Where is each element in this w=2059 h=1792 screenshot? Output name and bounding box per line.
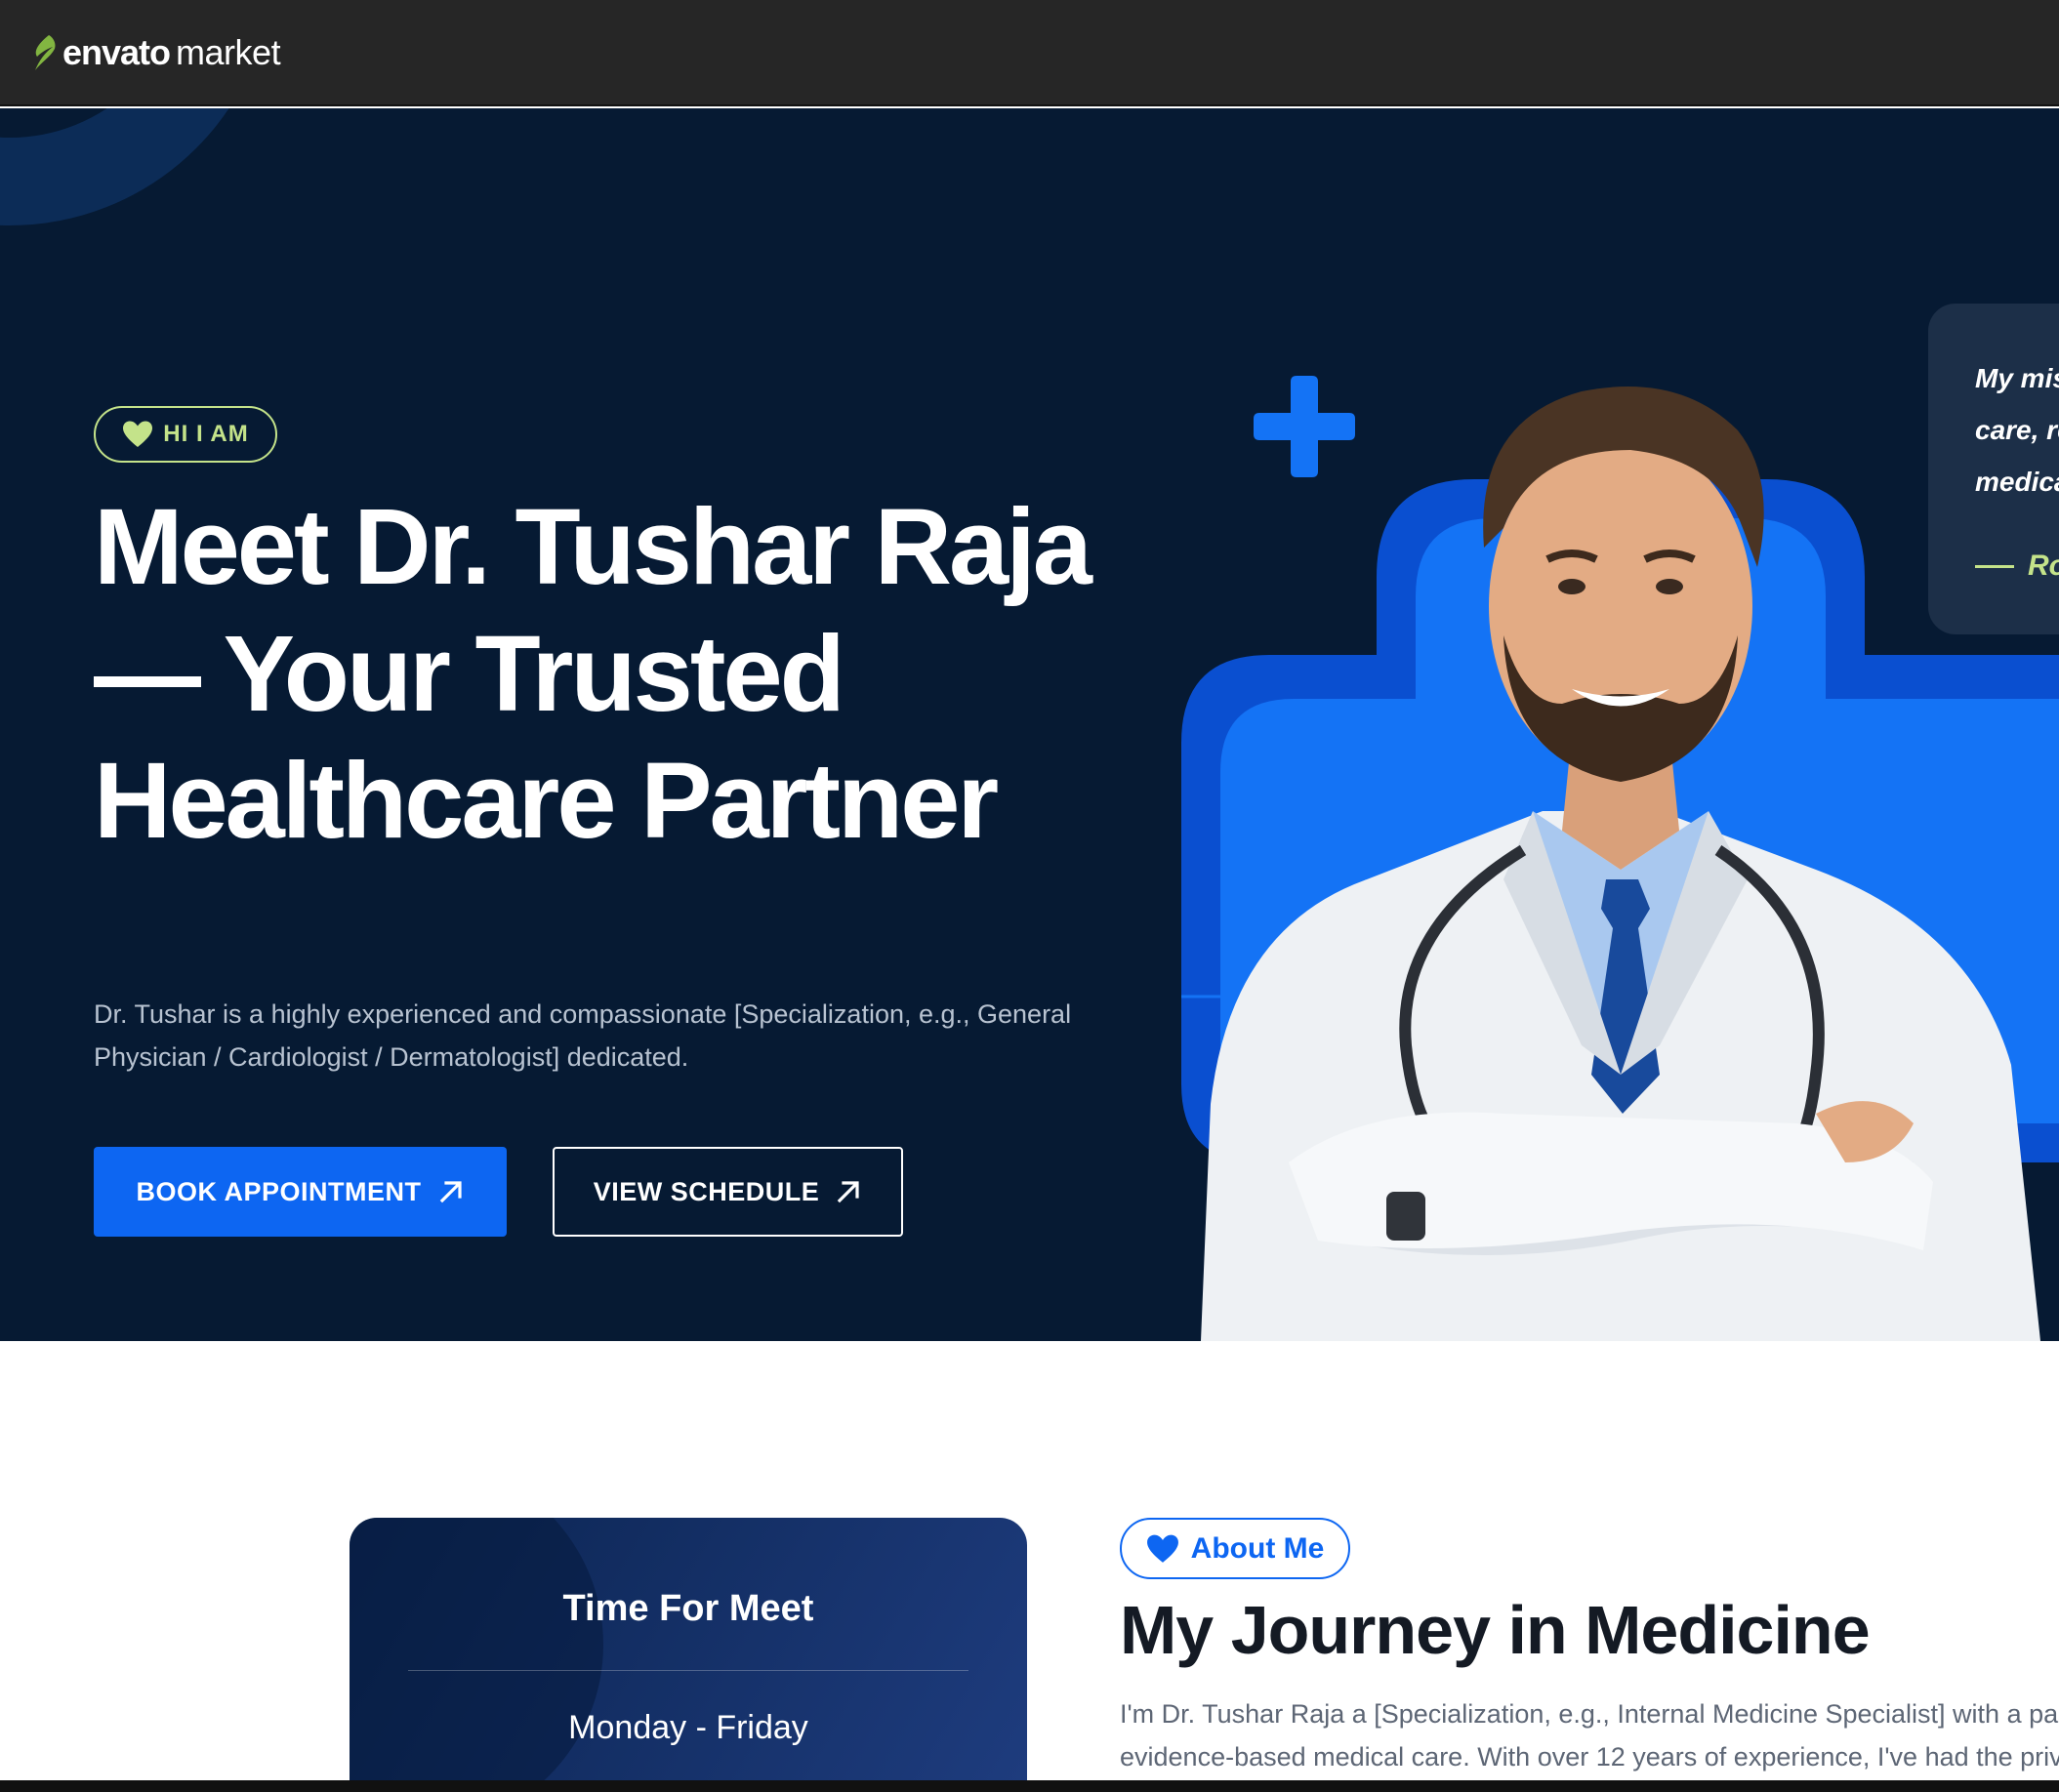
hero-title: Meet Dr. Tushar Raja — Your Trusted Heal… — [94, 484, 1168, 865]
time-card-title: Time For Meet — [562, 1588, 814, 1629]
envato-market-logo[interactable]: envato market — [29, 31, 281, 74]
about-badge-label: About Me — [1190, 1531, 1325, 1565]
hero-title-line-3: Healthcare Partner — [94, 741, 999, 861]
quote-card: My mis care, re medica Ro — [1928, 304, 2059, 634]
arrow-up-right-icon — [439, 1181, 462, 1203]
doctor-portrait — [1201, 387, 2040, 1341]
hi-badge: HI I AM — [94, 406, 277, 463]
envato-leaf-icon — [35, 35, 56, 70]
brand-name: envato — [62, 32, 171, 72]
about-me-badge: About Me — [1120, 1518, 1350, 1579]
top-bar: envato market — [0, 0, 2059, 106]
quote-dash — [1975, 564, 2014, 568]
about-text-line-2: evidence-based medical care. With over 1… — [1120, 1742, 2059, 1772]
hero-title-line-2: — Your Trusted — [94, 614, 845, 734]
hi-badge-label: HI I AM — [163, 421, 249, 447]
view-schedule-button[interactable]: VIEW SCHEDULE — [553, 1147, 903, 1237]
hero-description: Dr. Tushar is a highly experienced and c… — [94, 999, 1072, 1072]
book-appointment-button[interactable]: BOOK APPOINTMENT — [94, 1147, 507, 1237]
view-schedule-label: VIEW SCHEDULE — [593, 1176, 820, 1206]
time-for-meet-card: Time For Meet Monday - Friday — [350, 1518, 1027, 1792]
bottom-edge — [0, 1780, 2059, 1792]
about-text-line-1: I'm Dr. Tushar Raja a [Specialization, e… — [1120, 1699, 2059, 1729]
book-appointment-label: BOOK APPOINTMENT — [136, 1176, 422, 1206]
heart-icon — [123, 421, 153, 447]
quote-author: Ro — [1975, 550, 2059, 583]
time-card-days: Monday - Friday — [568, 1709, 808, 1746]
about-title: My Journey in Medicine — [1120, 1592, 1871, 1668]
decorative-arc — [0, 108, 273, 225]
about-text: I'm Dr. Tushar Raja a [Specialization, e… — [1120, 1692, 2059, 1778]
hero-title-line-1: Meet Dr. Tushar Raja — [94, 487, 1092, 607]
brand-suffix: market — [176, 32, 281, 72]
quote-author-name: Ro — [2028, 550, 2059, 582]
quote-text: My mis care, re medica — [1975, 363, 2059, 497]
divider — [408, 1670, 968, 1671]
hero-section: HI I AM Meet Dr. Tushar Raja — Your Trus… — [0, 108, 2059, 1341]
heart-icon — [1146, 1534, 1178, 1563]
arrow-up-right-icon — [838, 1181, 859, 1203]
decorative-circle — [350, 1518, 603, 1792]
